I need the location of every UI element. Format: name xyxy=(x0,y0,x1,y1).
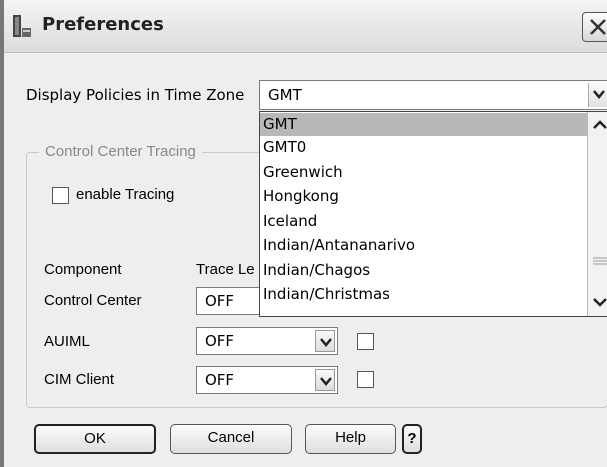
enable-tracing-checkbox[interactable] xyxy=(52,187,69,204)
timezone-dropdown-button[interactable] xyxy=(588,83,607,107)
component-label-control-center: Control Center xyxy=(44,292,142,309)
scroll-down-button[interactable] xyxy=(590,292,607,312)
timezone-select[interactable]: GMT xyxy=(259,80,607,110)
timezone-option[interactable]: Greenwich xyxy=(260,161,589,184)
timezone-option[interactable]: Indian/Antananarivo xyxy=(260,234,589,257)
timezone-option[interactable]: GMT xyxy=(260,113,589,136)
trace-level-select-auiml[interactable]: OFF xyxy=(196,327,338,355)
trace-level-dropdown-button[interactable] xyxy=(315,330,335,352)
chevron-up-icon xyxy=(593,120,607,129)
context-help-button[interactable]: ? xyxy=(402,424,422,454)
auiml-trace-checkbox[interactable] xyxy=(357,333,374,350)
title-bar[interactable]: Preferences xyxy=(4,0,607,53)
scroll-up-button[interactable] xyxy=(590,115,607,135)
cim-client-trace-checkbox[interactable] xyxy=(357,371,374,388)
window-title: Preferences xyxy=(42,14,164,35)
component-label-auiml: AUIML xyxy=(44,333,90,350)
trace-level-value: OFF xyxy=(205,332,235,350)
trace-level-value: OFF xyxy=(205,292,235,310)
preferences-window-icon xyxy=(13,15,32,37)
timezone-option[interactable]: GMT0 xyxy=(260,136,589,159)
trace-level-select-cim-client[interactable]: OFF xyxy=(196,366,338,394)
component-label-cim-client: CIM Client xyxy=(44,371,115,388)
preferences-dialog: Preferences Display Policies in Time Zon… xyxy=(0,0,607,467)
timezone-label: Display Policies in Time Zone xyxy=(26,86,245,104)
tracing-group-title: Control Center Tracing xyxy=(39,143,202,160)
ok-button[interactable]: OK xyxy=(34,424,156,454)
chevron-down-icon xyxy=(320,377,332,386)
chevron-down-icon xyxy=(320,338,332,347)
trace-level-dropdown-button[interactable] xyxy=(315,369,335,391)
timezone-option[interactable]: Iceland xyxy=(260,210,589,233)
enable-tracing-label: enable Tracing xyxy=(76,186,175,203)
timezone-option[interactable]: Indian/Chagos xyxy=(260,259,589,282)
close-icon xyxy=(590,19,606,35)
chevron-down-icon xyxy=(593,298,607,307)
trace-level-column-header: Trace Le xyxy=(196,261,255,278)
dropdown-scrollbar[interactable] xyxy=(587,112,607,316)
timezone-option[interactable]: Indian/Christmas xyxy=(260,283,589,306)
trace-level-value: OFF xyxy=(205,371,235,389)
component-column-header: Component xyxy=(44,261,122,278)
close-button[interactable] xyxy=(582,12,607,42)
timezone-selected-value: GMT xyxy=(268,86,302,104)
timezone-dropdown-list[interactable]: GMT GMT0 Greenwich Hongkong Iceland Indi… xyxy=(259,111,607,317)
timezone-option[interactable]: Hongkong xyxy=(260,185,589,208)
help-button[interactable]: Help xyxy=(305,424,396,454)
cancel-button[interactable]: Cancel xyxy=(170,424,292,454)
scroll-grip-icon[interactable] xyxy=(592,252,607,270)
chevron-down-icon xyxy=(593,90,605,99)
